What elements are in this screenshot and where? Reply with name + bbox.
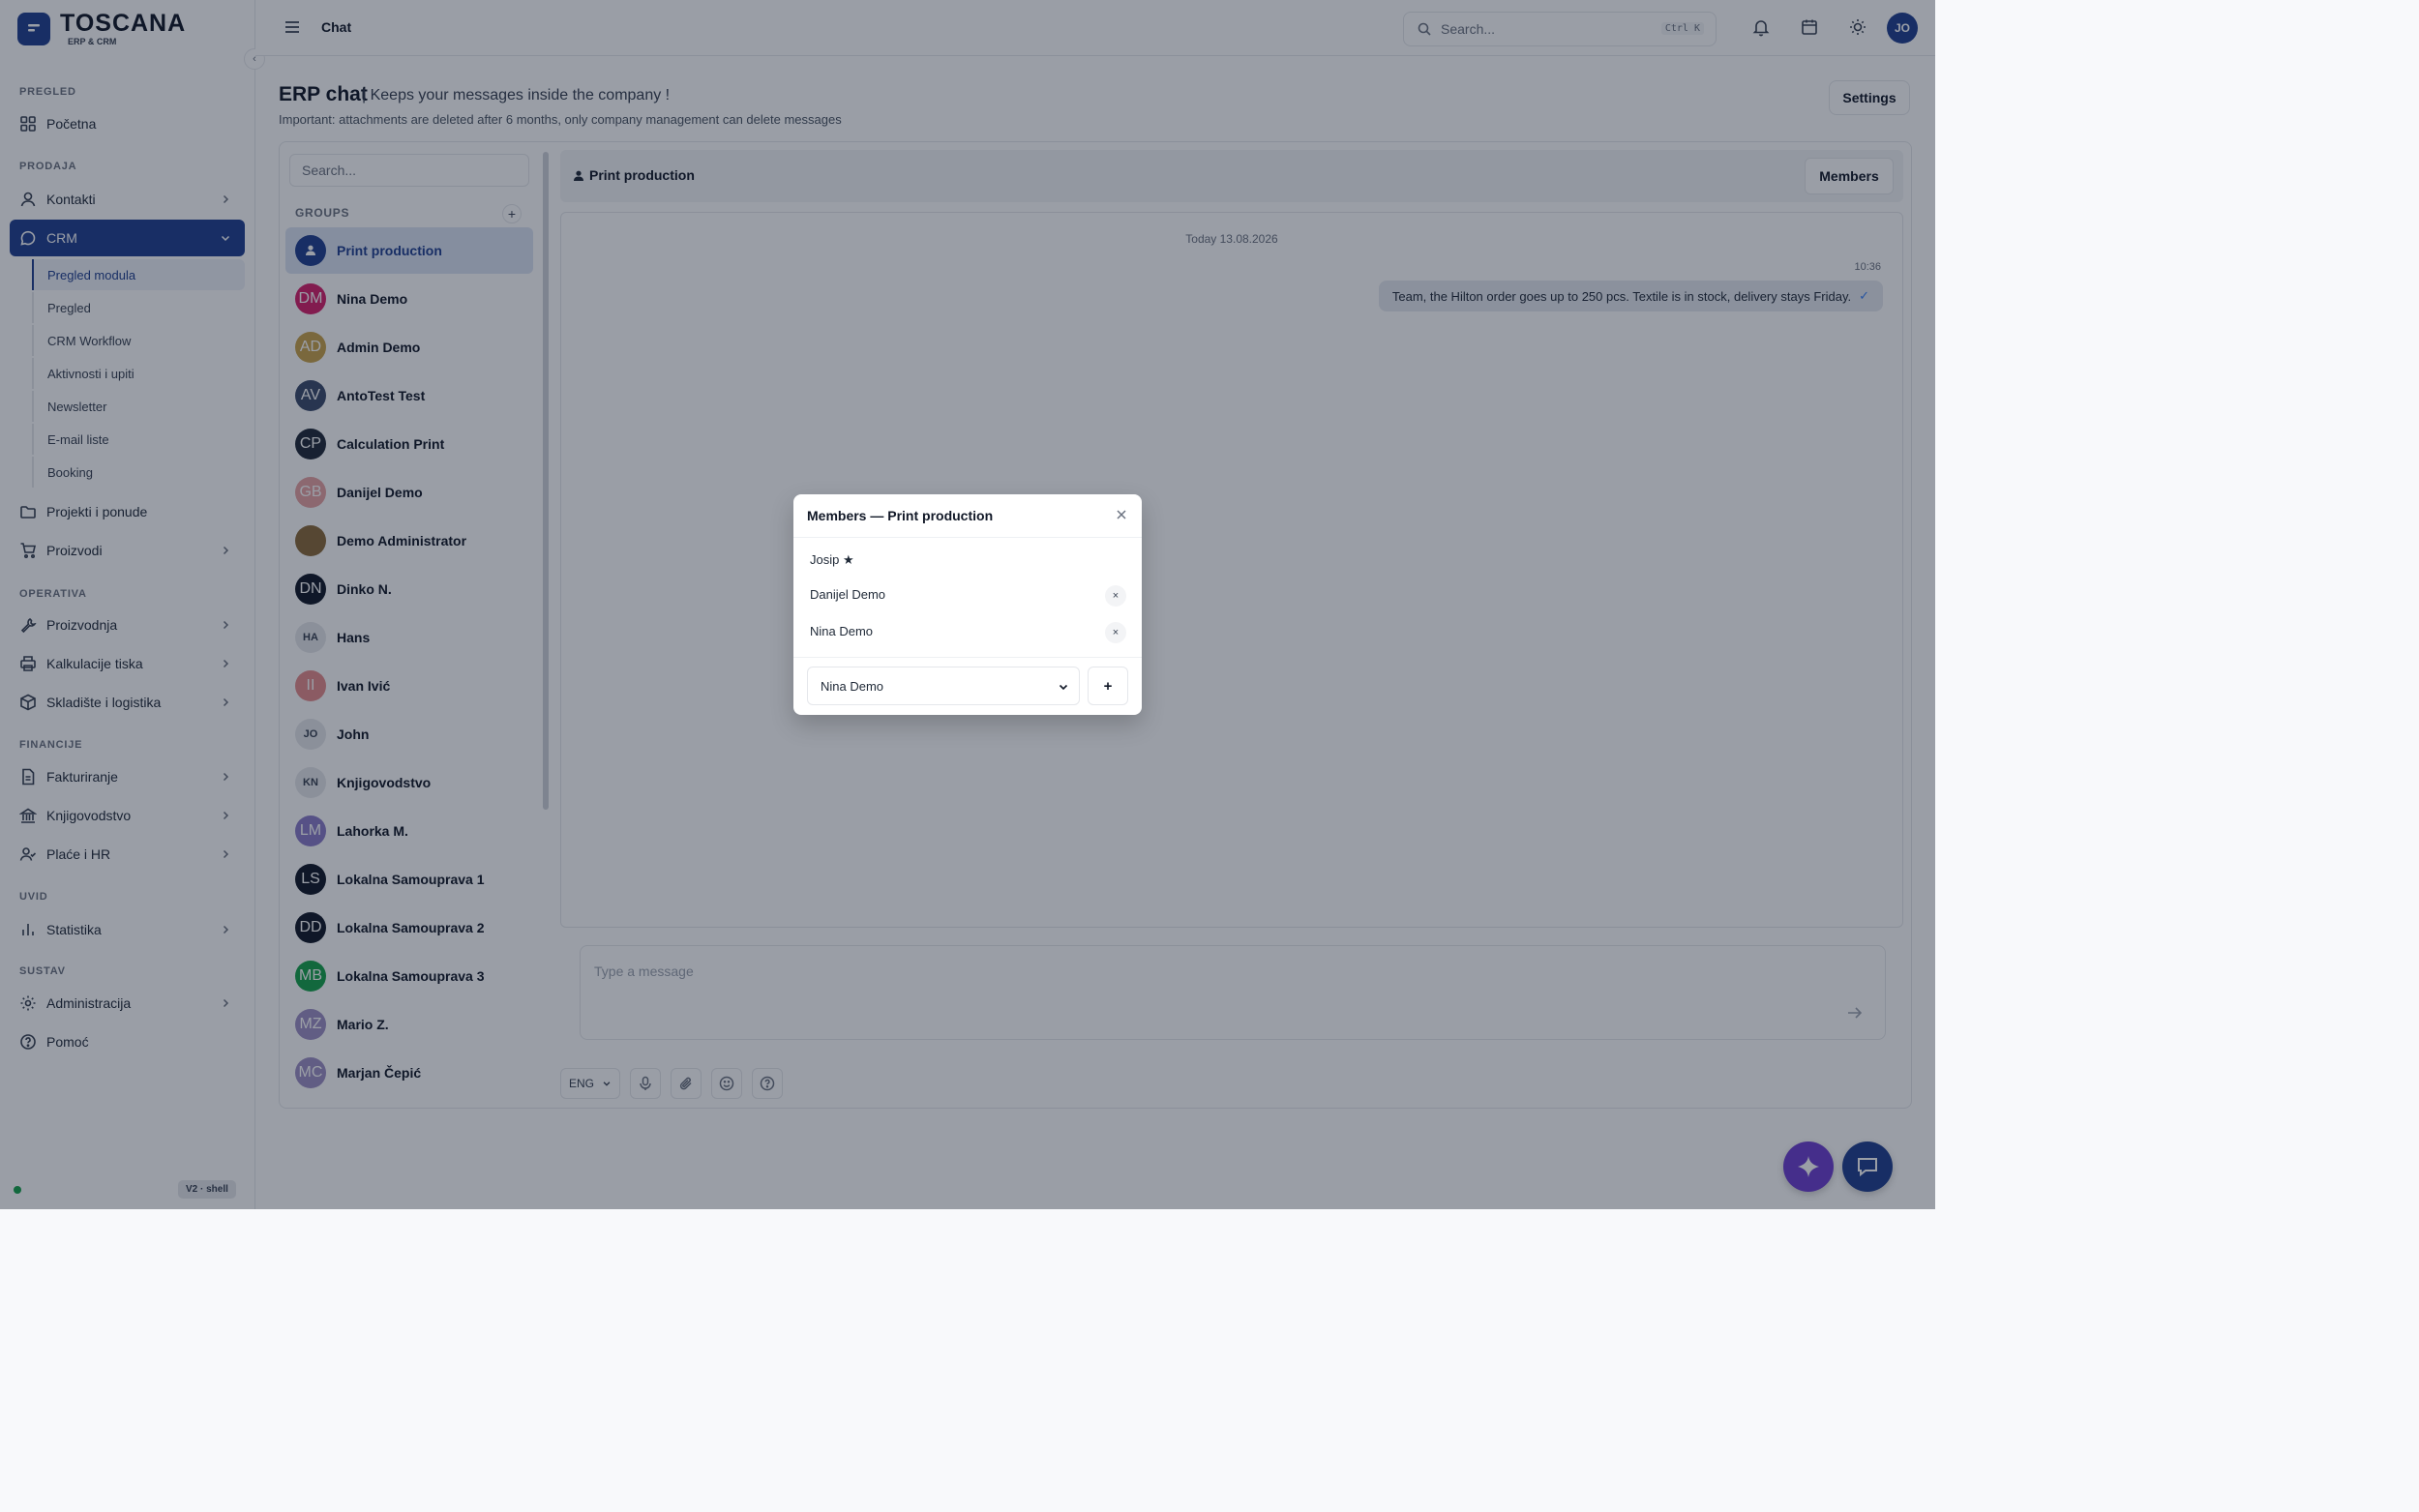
member-row: Nina Demo xyxy=(810,624,874,638)
add-member-button[interactable]: + xyxy=(1088,667,1128,705)
modal-divider xyxy=(793,657,1142,658)
members-modal: Members — Print production Josip ★ Danij… xyxy=(793,494,1142,715)
modal-divider xyxy=(793,537,1142,538)
modal-title: Members — Print production xyxy=(807,508,994,523)
member-owner: Josip ★ xyxy=(810,552,854,567)
remove-member-button[interactable]: × xyxy=(1105,585,1126,607)
select-value: Nina Demo xyxy=(821,678,884,694)
member-row: Danijel Demo xyxy=(810,587,886,602)
add-member-select[interactable]: Nina Demo xyxy=(807,667,1080,705)
remove-member-button[interactable]: × xyxy=(1105,622,1126,643)
app-window: TOSCANA ERP & CRM ‹ PREGLED Početna PROD… xyxy=(0,0,1935,1209)
close-icon[interactable] xyxy=(1115,508,1128,521)
chevron-down-icon xyxy=(1059,684,1068,691)
